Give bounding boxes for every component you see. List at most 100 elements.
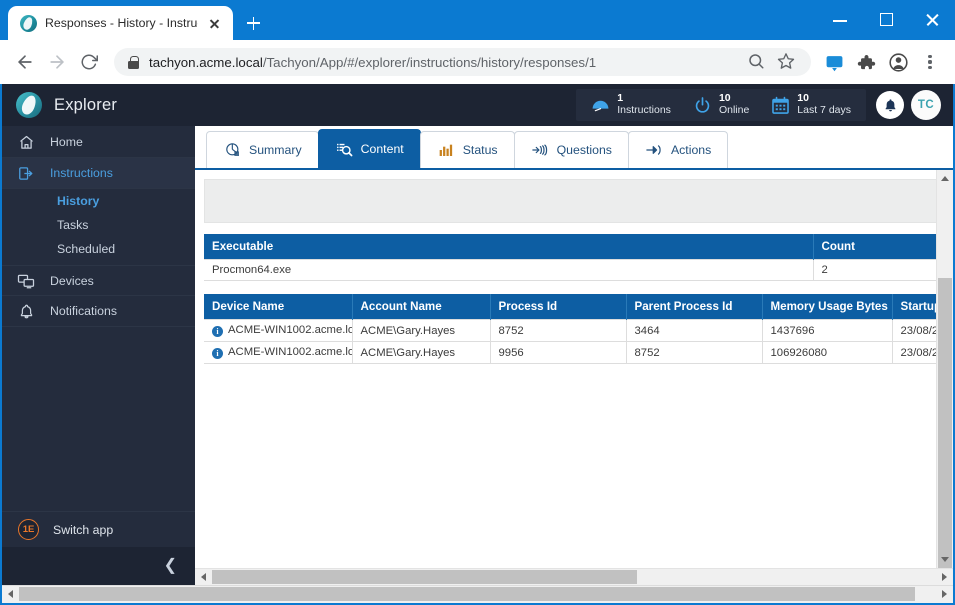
sidebar-item-history[interactable]: History bbox=[2, 189, 195, 213]
stat-label: Instructions bbox=[617, 104, 671, 116]
scroll-up-arrow-icon[interactable] bbox=[937, 170, 953, 187]
detail-table: Device Name Account Name Process Id Pare… bbox=[204, 294, 940, 364]
cell-account-name: ACME\Gary.Hayes bbox=[352, 319, 491, 342]
zoom-search-icon[interactable] bbox=[747, 52, 767, 72]
sidebar-item-home[interactable]: Home bbox=[2, 127, 195, 158]
forward-button[interactable] bbox=[42, 47, 72, 77]
reload-button[interactable] bbox=[74, 47, 104, 77]
cell-account-name: ACME\Gary.Hayes bbox=[352, 341, 491, 364]
tab-label: Summary bbox=[249, 143, 302, 157]
column-header-parent-process-id[interactable]: Parent Process Id bbox=[626, 294, 763, 320]
power-icon bbox=[693, 96, 712, 115]
close-window-button[interactable] bbox=[909, 0, 955, 40]
horizontal-scroll-thumb[interactable] bbox=[212, 570, 637, 584]
page-horizontal-scrollbar[interactable] bbox=[2, 585, 953, 603]
cell-startup: 23/08/2 bbox=[892, 341, 940, 364]
tab-content[interactable]: Content bbox=[317, 129, 421, 168]
header-stats: 1 Instructions 10 Online 10 Last 7 days bbox=[576, 89, 866, 121]
sidebar-nav: Home Instructions History Tasks Schedule… bbox=[2, 126, 195, 511]
sidebar-item-tasks[interactable]: Tasks bbox=[2, 213, 195, 237]
tab-status[interactable]: Status bbox=[419, 131, 515, 168]
stat-instructions[interactable]: 1 Instructions bbox=[580, 92, 682, 117]
sidebar-item-instructions[interactable]: Instructions bbox=[2, 158, 195, 189]
minimize-button[interactable] bbox=[817, 0, 863, 40]
devices-icon bbox=[16, 271, 36, 291]
stat-label: Online bbox=[718, 104, 750, 116]
sidebar-item-label: Home bbox=[50, 135, 83, 149]
tab-label: Content bbox=[360, 142, 404, 156]
table-header-row: Executable Count bbox=[204, 234, 940, 260]
extensions-puzzle-icon[interactable] bbox=[851, 47, 881, 77]
new-tab-button[interactable] bbox=[239, 9, 267, 37]
browser-tab-title: Responses - History - Instructions bbox=[45, 16, 198, 30]
column-header-account-name[interactable]: Account Name bbox=[352, 294, 491, 320]
column-header-startup[interactable]: Startup bbox=[892, 294, 940, 320]
tab-actions[interactable]: Actions bbox=[627, 131, 729, 168]
address-bar[interactable]: tachyon.acme.local/Tachyon/App/#/explore… bbox=[114, 48, 811, 76]
tab-label: Actions bbox=[670, 143, 712, 157]
column-header-device-name[interactable]: Device Name bbox=[204, 294, 353, 320]
cell-startup: 23/08/2 bbox=[892, 319, 940, 342]
table-row[interactable]: i ACME-WIN1002.acme.local ACME\Gary.Hayes… bbox=[204, 341, 940, 364]
url-host: tachyon.acme.local bbox=[149, 54, 263, 70]
profile-icon[interactable] bbox=[883, 47, 913, 77]
sidebar-subitem-label: Scheduled bbox=[57, 242, 116, 256]
info-icon[interactable]: i bbox=[212, 348, 223, 359]
sidebar-item-label: Notifications bbox=[50, 304, 117, 318]
vertical-scroll-thumb[interactable] bbox=[938, 278, 952, 568]
column-header-process-id[interactable]: Process Id bbox=[490, 294, 627, 320]
sidebar-subitem-label: Tasks bbox=[57, 218, 89, 232]
tab-questions[interactable]: Questions bbox=[513, 131, 629, 168]
bookmark-star-icon[interactable] bbox=[777, 52, 797, 72]
column-header-executable[interactable]: Executable bbox=[204, 234, 814, 260]
table-row[interactable]: Procmon64.exe 2 bbox=[204, 259, 940, 281]
browser-tab[interactable]: Responses - History - Instructions bbox=[8, 6, 233, 40]
detail-table-wrapper: Device Name Account Name Process Id Pare… bbox=[204, 294, 940, 364]
browser-window: Responses - History - Instructions tachy… bbox=[0, 0, 955, 605]
stat-last-7-days[interactable]: 10 Last 7 days bbox=[760, 92, 862, 117]
sidebar-subitem-label: History bbox=[57, 194, 100, 208]
switch-app-button[interactable]: 1E Switch app bbox=[2, 511, 195, 547]
sidebar-collapse-button[interactable]: ❮ bbox=[2, 547, 195, 585]
back-button[interactable] bbox=[10, 47, 40, 77]
bar-chart-icon bbox=[437, 141, 456, 160]
cell-memory-usage-bytes: 106926080 bbox=[762, 341, 893, 364]
app-body: Home Instructions History Tasks Schedule… bbox=[2, 126, 953, 585]
1e-logo-icon: 1E bbox=[18, 519, 39, 540]
scroll-left-arrow-icon[interactable] bbox=[2, 586, 19, 602]
browser-menu-button[interactable] bbox=[915, 47, 945, 77]
column-header-memory-usage-bytes[interactable]: Memory Usage Bytes bbox=[762, 294, 893, 320]
scroll-right-arrow-icon[interactable] bbox=[936, 586, 953, 602]
table-row[interactable]: i ACME-WIN1002.acme.local ACME\Gary.Hayes… bbox=[204, 319, 940, 342]
switch-app-label: Switch app bbox=[53, 522, 114, 537]
content-horizontal-scrollbar[interactable] bbox=[195, 568, 953, 585]
tachyon-favicon-icon bbox=[20, 14, 37, 32]
sidebar-item-scheduled[interactable]: Scheduled bbox=[2, 237, 195, 261]
bell-icon bbox=[16, 301, 36, 321]
maximize-button[interactable] bbox=[863, 0, 909, 40]
cell-process-id: 9956 bbox=[490, 341, 627, 364]
device-name-text: ACME-WIN1002.acme.local bbox=[228, 324, 351, 336]
stat-online[interactable]: 10 Online bbox=[682, 92, 760, 117]
tab-summary[interactable]: Summary bbox=[206, 131, 319, 168]
lock-icon bbox=[128, 55, 139, 69]
user-avatar[interactable]: TC bbox=[911, 90, 941, 120]
notifications-button[interactable] bbox=[876, 91, 904, 119]
content-tabs: Summary Content Status Questions Actions bbox=[195, 126, 953, 170]
sidebar-item-devices[interactable]: Devices bbox=[2, 265, 195, 296]
column-header-count[interactable]: Count bbox=[813, 234, 940, 260]
cast-icon[interactable] bbox=[819, 47, 849, 77]
scroll-right-arrow-icon[interactable] bbox=[936, 569, 953, 585]
vertical-scrollbar[interactable] bbox=[936, 170, 953, 568]
browser-titlebar: Responses - History - Instructions bbox=[0, 0, 955, 40]
sidebar-item-notifications[interactable]: Notifications bbox=[2, 296, 195, 327]
close-tab-icon[interactable] bbox=[206, 15, 223, 32]
summary-table-wrapper: Executable Count Procmon64.exe 2 bbox=[204, 234, 940, 281]
scroll-left-arrow-icon[interactable] bbox=[195, 569, 212, 585]
scroll-down-arrow-icon[interactable] bbox=[937, 551, 953, 568]
content-scroll-area: Executable Count Procmon64.exe 2 Device … bbox=[195, 170, 953, 568]
cell-memory-usage-bytes: 1437696 bbox=[762, 319, 893, 342]
info-icon[interactable]: i bbox=[212, 326, 223, 337]
filter-panel bbox=[204, 179, 940, 223]
page-horizontal-scroll-thumb[interactable] bbox=[19, 587, 915, 601]
